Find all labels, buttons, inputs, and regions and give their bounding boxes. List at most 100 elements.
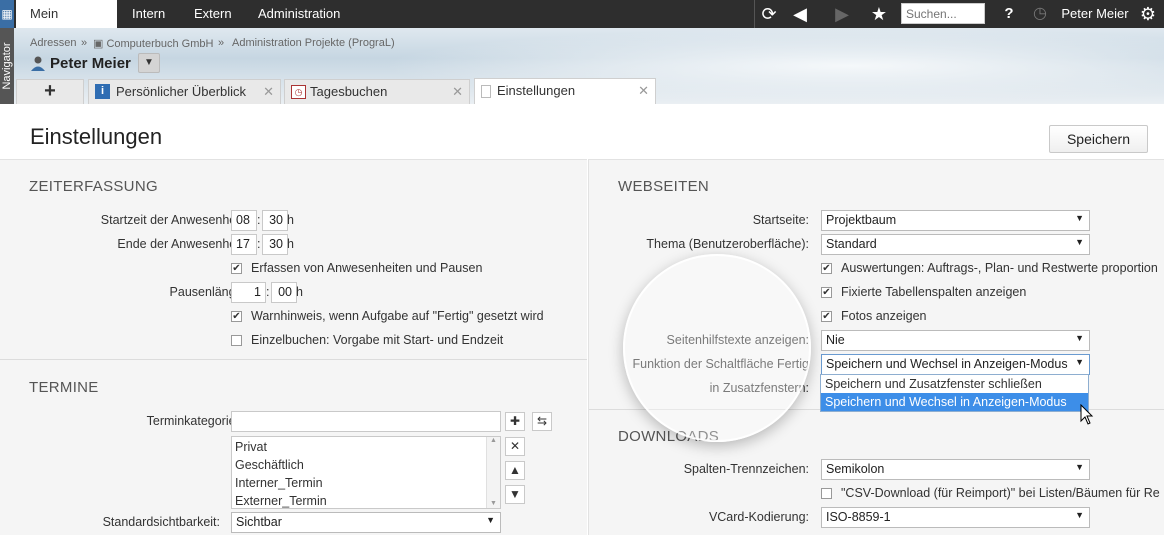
user-avatar-icon (31, 56, 45, 71)
navigator-label: Navigator (1, 42, 13, 90)
plus-icon: ✚ (509, 414, 521, 428)
time-colon: : (257, 237, 261, 251)
warn-finished-checkbox[interactable]: ✔ (231, 311, 242, 322)
end-time-label: Ende der Anwesenheit: (117, 237, 246, 251)
search-input[interactable] (901, 3, 985, 24)
capture-attendance-label: Erfassen von Anwesenheiten und Pausen (251, 261, 483, 275)
nav-tab-extern[interactable]: Extern (180, 0, 246, 28)
pause-label: Pausenlänge: (169, 285, 246, 299)
tab-new[interactable]: + (16, 79, 84, 104)
user-dropdown-button[interactable]: ▼ (138, 53, 160, 73)
close-icon[interactable]: ✕ (263, 80, 274, 104)
startpage-label: Startseite: (752, 213, 809, 227)
finish-function-value: Speichern und Wechsel in Anzeigen-Modus (826, 357, 1068, 371)
vcard-value: ISO-8859-1 (826, 510, 891, 524)
breadcrumb-company[interactable]: ▣ Computerbuch GmbH (93, 37, 213, 50)
visibility-select[interactable]: Sichtbar ▼ (231, 512, 501, 533)
settings-gear-icon[interactable]: ⚙ (1138, 0, 1158, 28)
right-settings-column: WEBSEITEN Startseite: Projektbaum ▼ Thema… (588, 159, 1164, 535)
einzelbuchen-checkbox[interactable] (231, 335, 242, 346)
show-photos-label: Fotos anzeigen (841, 309, 927, 323)
breadcrumb-project[interactable]: Administration Projekte (PrograL) (232, 37, 395, 49)
chevron-down-icon: ▼ (144, 57, 154, 68)
evaluations-label: Auswertungen: Auftrags-, Plan- und Restw… (841, 261, 1158, 275)
capture-attendance-checkbox[interactable]: ✔ (231, 263, 242, 274)
start-hour-input[interactable]: 08 (231, 210, 257, 231)
close-icon: ✕ (509, 439, 521, 453)
vcard-select[interactable]: ISO-8859-1 ▼ (821, 507, 1090, 528)
close-icon[interactable]: ✕ (452, 80, 463, 104)
fixed-columns-checkbox[interactable]: ✔ (821, 287, 832, 298)
user-name: Peter Meier (50, 55, 131, 72)
list-item[interactable]: Geschäftlich (235, 458, 304, 472)
move-up-button[interactable]: ▲ (505, 461, 525, 480)
vcard-label: VCard-Kodierung: (708, 510, 809, 524)
list-item[interactable]: Interner_Termin (235, 476, 323, 490)
finish-function-label-line1: Funktion der Schaltfläche Fertig (632, 357, 809, 371)
list-item[interactable]: Externer_Termin (235, 494, 327, 508)
app-logo-icon[interactable]: ▦ (0, 0, 14, 28)
navigator-toggle[interactable]: Navigator (0, 28, 14, 104)
chevron-down-icon: ▼ (1075, 510, 1084, 520)
start-time-label: Startzeit der Anwesenheit: (100, 213, 246, 227)
end-hour-input[interactable]: 17 (231, 234, 257, 255)
nav-tab-administration[interactable]: Administration (244, 0, 354, 28)
breadcrumb-adressen[interactable]: Adressen (30, 37, 76, 49)
scroll-down-icon[interactable]: ▼ (487, 500, 500, 507)
nav-tab-intern[interactable]: Intern (118, 0, 179, 28)
finish-function-select[interactable]: Speichern und Wechsel in Anzeigen-Modus ▼ (821, 354, 1090, 375)
category-new-input[interactable] (231, 411, 501, 432)
sort-categories-button[interactable]: ⇆ (532, 412, 552, 431)
show-photos-checkbox[interactable]: ✔ (821, 311, 832, 322)
close-icon[interactable]: ✕ (638, 79, 649, 103)
csv-reimport-checkbox[interactable] (821, 488, 832, 499)
start-minute-input[interactable]: 30 (262, 210, 288, 231)
section-divider (0, 359, 587, 360)
user-menu[interactable]: Peter Meier (1058, 0, 1132, 28)
separator-select[interactable]: Semikolon ▼ (821, 459, 1090, 480)
refresh-icon[interactable]: ⟳ (758, 0, 780, 28)
list-item[interactable]: Privat (235, 440, 267, 454)
dropdown-option-selected[interactable]: Speichern und Wechsel in Anzeigen-Modus (821, 393, 1088, 411)
back-arrow-icon[interactable]: ◀ (788, 0, 812, 28)
evaluations-checkbox[interactable]: ✔ (821, 263, 832, 274)
time-colon: : (257, 213, 261, 227)
tab-label: Tagesbuchen (310, 84, 388, 99)
help-texts-value: Nie (826, 333, 845, 347)
arrow-up-icon: ▲ (509, 463, 521, 477)
save-button[interactable]: Speichern (1049, 125, 1148, 153)
help-icon[interactable]: ? (1000, 0, 1018, 28)
chevron-down-icon: ▼ (1075, 213, 1084, 223)
tab-einstellungen[interactable]: Einstellungen ✕ (474, 78, 656, 104)
forward-arrow-icon[interactable]: ▶ (830, 0, 854, 28)
remove-category-button[interactable]: ✕ (505, 437, 525, 456)
tab-tagesbuchen[interactable]: ◷ Tagesbuchen ✕ (284, 79, 470, 104)
startpage-select[interactable]: Projektbaum ▼ (821, 210, 1090, 231)
scroll-up-icon[interactable]: ▲ (487, 437, 500, 444)
main-content: Einstellungen Speichern ZEITERFASSUNG St… (0, 104, 1164, 535)
list-scrollbar[interactable]: ▲ ▼ (486, 437, 500, 508)
tab-persoenlicher-ueberblick[interactable]: i Persönlicher Überblick ✕ (88, 79, 281, 104)
theme-select[interactable]: Standard ▼ (821, 234, 1090, 255)
pause-minute-input[interactable]: 00 (271, 282, 297, 303)
dropdown-option[interactable]: Speichern und Zusatzfenster schließen (821, 375, 1088, 393)
section-title-zeiterfassung: ZEITERFASSUNG (29, 178, 158, 195)
startpage-value: Projektbaum (826, 213, 897, 227)
add-category-button[interactable]: ✚ (505, 412, 525, 431)
settings-doc-icon (481, 85, 491, 98)
company-icon: ▣ (93, 38, 107, 50)
finish-function-dropdown-list[interactable]: Speichern und Zusatzfenster schließen Sp… (820, 374, 1089, 412)
categories-list[interactable]: Privat Geschäftlich Interner_Termin Exte… (231, 436, 501, 509)
move-down-button[interactable]: ▼ (505, 485, 525, 504)
section-title-downloads: DOWNLOADS (618, 428, 720, 445)
favorites-star-icon[interactable]: ★ (868, 0, 890, 28)
help-texts-select[interactable]: Nie ▼ (821, 330, 1090, 351)
fixed-columns-label: Fixierte Tabellenspalten anzeigen (841, 285, 1027, 299)
top-navigation-bar: ▦ Mein Bereich Intern Extern Administrat… (0, 0, 1164, 49)
end-minute-input[interactable]: 30 (262, 234, 288, 255)
breadcrumb-separator: » (218, 37, 225, 49)
nav-tab-mein-bereich[interactable]: Mein Bereich (16, 0, 117, 49)
pause-hour-input[interactable]: 1 (231, 282, 266, 303)
breadcrumb-company-label: Computerbuch GmbH (106, 38, 214, 50)
stopwatch-icon[interactable]: ◷ (1030, 0, 1050, 28)
